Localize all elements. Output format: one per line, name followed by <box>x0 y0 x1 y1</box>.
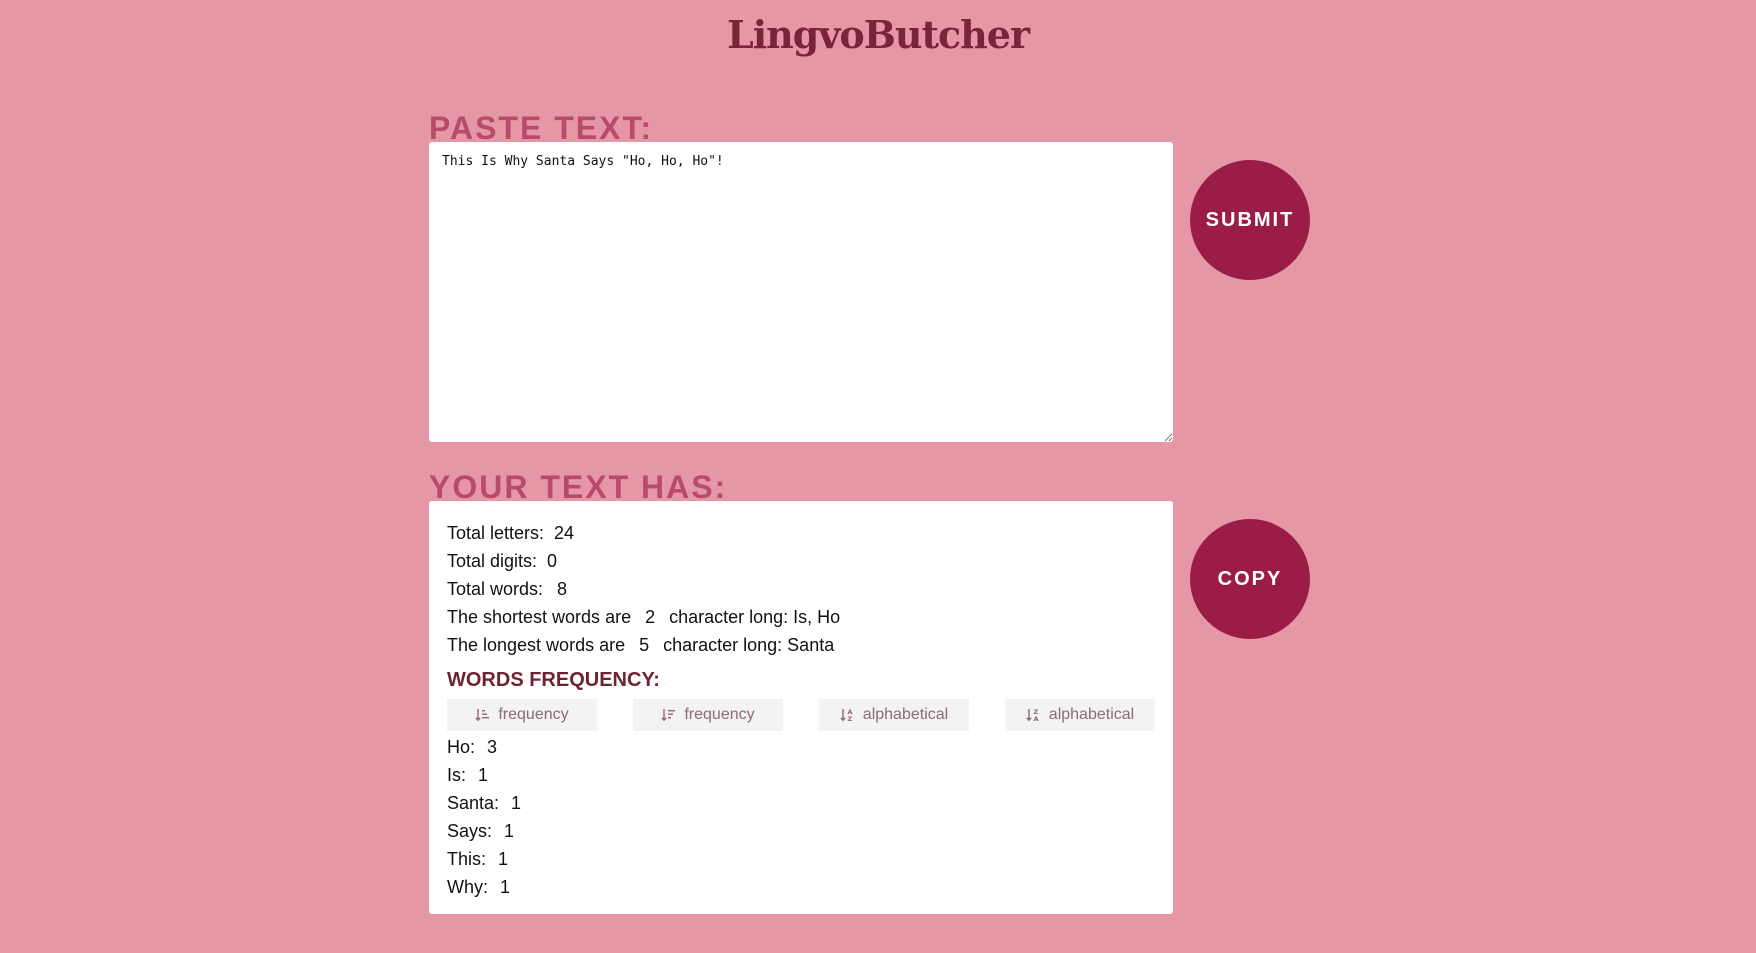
sort-controls: frequency frequency A Z alphabetical Z A… <box>447 699 1155 731</box>
word-label: Is: <box>447 765 467 785</box>
list-item: Says: 1 <box>447 817 1155 845</box>
total-letters-line: Total letters: 24 <box>447 519 1155 547</box>
svg-text:A: A <box>1033 715 1038 723</box>
app-title: LingvoButcher <box>726 12 1030 57</box>
sort-button-label: frequency <box>498 706 569 723</box>
list-item: This: 1 <box>447 845 1155 873</box>
list-item: Why: 1 <box>447 873 1155 901</box>
total-words-value: 8 <box>557 579 568 599</box>
sort-alphabetical-asc-button[interactable]: A Z alphabetical <box>819 699 969 731</box>
word-count: 1 <box>500 877 511 897</box>
sort-frequency-asc-button[interactable]: frequency <box>447 699 597 731</box>
result-heading: YOUR TEXT HAS: <box>429 469 728 505</box>
total-words-line: Total words: 8 <box>447 575 1155 603</box>
sort-descending-lines-icon <box>661 709 676 722</box>
sort-ascending-lines-icon <box>475 709 490 722</box>
list-item: Santa: 1 <box>447 789 1155 817</box>
paste-text-heading: PASTE TEXT: <box>429 110 654 146</box>
word-count: 1 <box>478 765 489 785</box>
total-digits-label: Total digits: <box>447 551 538 571</box>
list-item: Is: 1 <box>447 761 1155 789</box>
word-label: Why: <box>447 877 489 897</box>
word-label: Ho: <box>447 737 476 757</box>
shortest-words-line: The shortest words are 2 character long: I… <box>447 603 1155 631</box>
longest-words-line: The longest words are 5 character long: Sa… <box>447 631 1155 659</box>
text-input[interactable]: This Is Why Santa Says "Ho, Ho, Ho"! <box>429 142 1173 442</box>
shortest-words-length: 2 <box>645 607 656 627</box>
svg-text:Z: Z <box>847 715 852 723</box>
total-words-label: Total words: <box>447 579 544 599</box>
copy-button[interactable]: COPY <box>1190 519 1310 639</box>
word-count: 1 <box>498 849 509 869</box>
word-count: 3 <box>487 737 498 757</box>
sort-alpha-asc-icon: A Z <box>840 708 852 723</box>
word-count: 1 <box>511 793 522 813</box>
sort-button-label: alphabetical <box>862 706 949 723</box>
sort-alphabetical-desc-button[interactable]: Z A alphabetical <box>1005 699 1155 731</box>
words-frequency-heading: WORDS FREQUENCY: <box>447 669 660 691</box>
list-item: Ho: 3 <box>447 733 1155 761</box>
submit-button[interactable]: SUBMIT <box>1190 160 1310 280</box>
sort-button-label: frequency <box>684 706 755 723</box>
total-letters-value: 24 <box>554 523 575 543</box>
shortest-words-prefix: The shortest words are <box>447 607 632 627</box>
word-label: This: <box>447 849 487 869</box>
word-label: Santa: <box>447 793 500 813</box>
total-digits-line: Total digits: 0 <box>447 547 1155 575</box>
shortest-words-suffix: character long: Is, Ho <box>669 607 841 627</box>
sort-alpha-desc-icon: Z A <box>1026 708 1038 723</box>
result-panel: Total letters: 24 Total digits: 0 Total wo… <box>429 501 1173 914</box>
word-frequency-list: Ho: 3 Is: 1 Santa: 1 Says: 1 This: 1 Why: 1 <box>447 733 1155 901</box>
total-letters-label: Total letters: <box>447 523 545 543</box>
longest-words-length: 5 <box>639 635 650 655</box>
longest-words-prefix: The longest words are <box>447 635 626 655</box>
word-count: 1 <box>504 821 515 841</box>
sort-frequency-desc-button[interactable]: frequency <box>633 699 783 731</box>
longest-words-suffix: character long: Santa <box>663 635 835 655</box>
sort-button-label: alphabetical <box>1048 706 1135 723</box>
word-label: Says: <box>447 821 493 841</box>
total-digits-value: 0 <box>547 551 558 571</box>
